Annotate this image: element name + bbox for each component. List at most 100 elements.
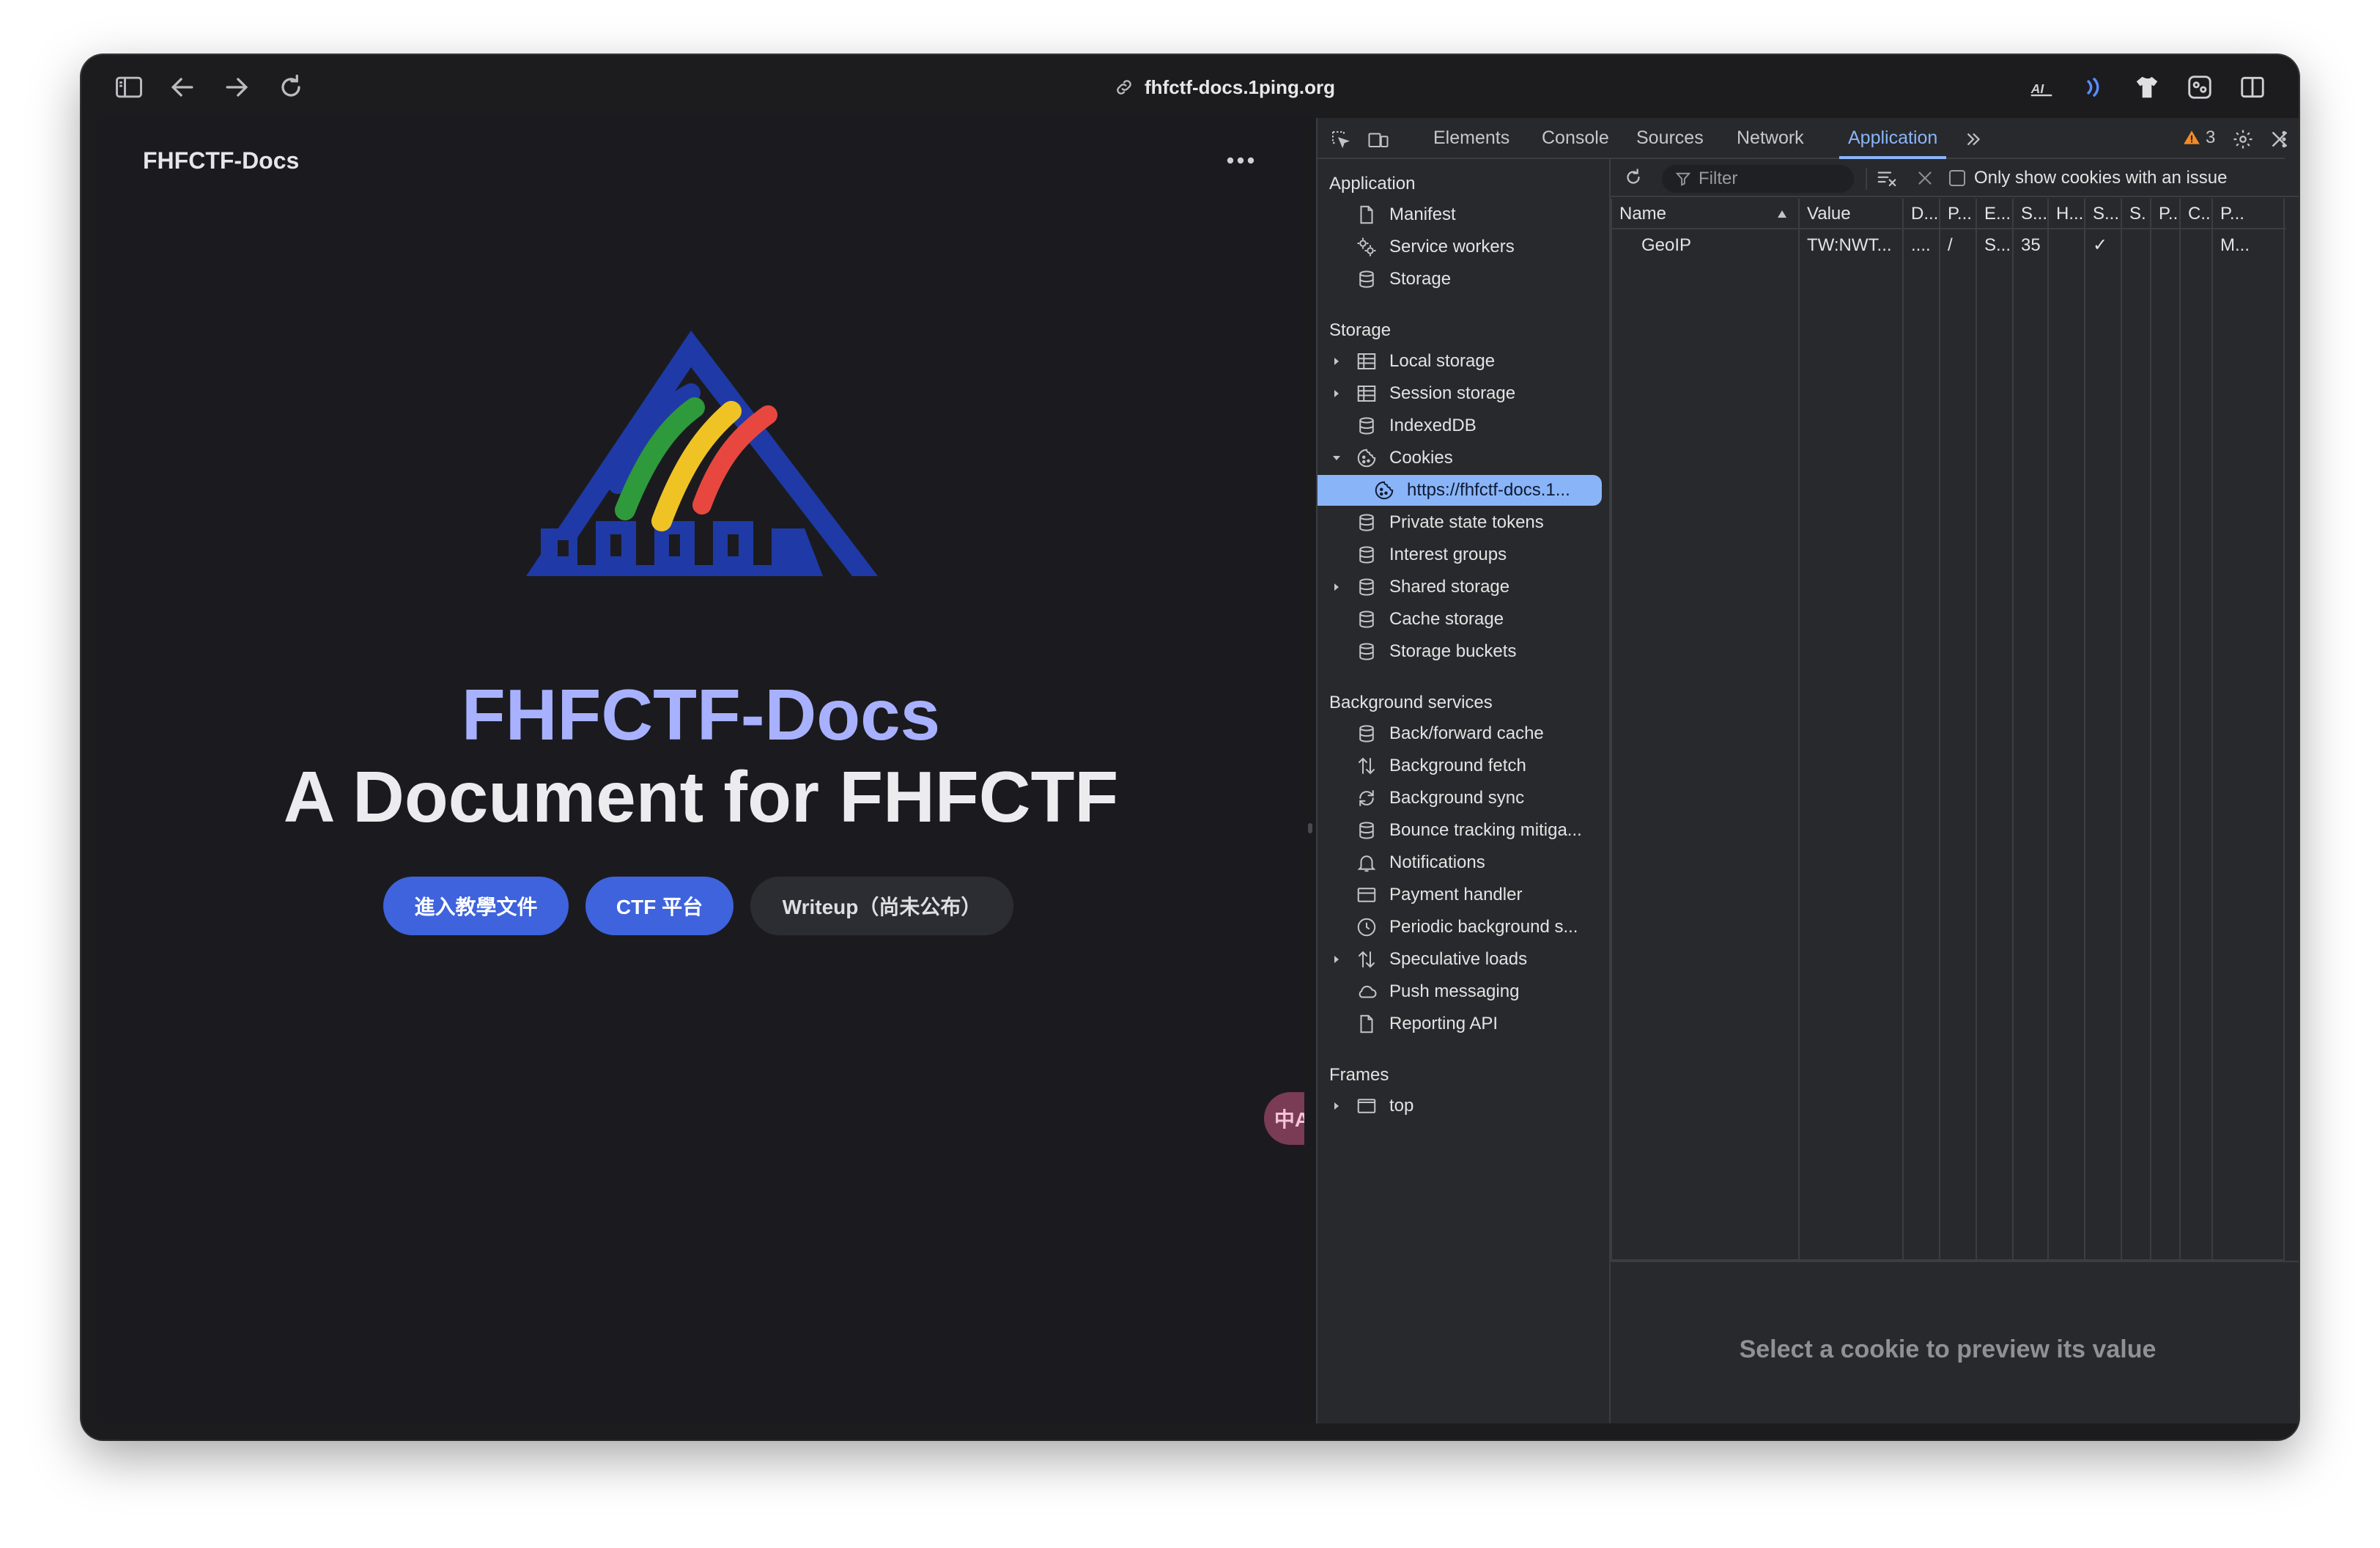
issues-counter[interactable]: 3 (2182, 127, 2215, 149)
tab-console[interactable]: Console (1542, 118, 1609, 158)
collapse-arrow-icon[interactable] (1331, 452, 1342, 464)
expand-arrow-icon[interactable] (1331, 1100, 1342, 1112)
column-header-secure[interactable]: S... (2085, 199, 2121, 229)
document-icon (1356, 1013, 1378, 1035)
up-down-arrows-icon (1356, 755, 1378, 777)
checkbox-box[interactable] (1949, 170, 1965, 186)
column-header-value[interactable]: Value (1800, 199, 1902, 229)
sidebar-item-background-fetch[interactable]: Background fetch (1318, 751, 1608, 781)
clear-filtered-icon[interactable] (1876, 167, 1898, 189)
site-title[interactable]: FHFCTF-Docs (143, 147, 299, 174)
column-divider (2211, 199, 2213, 1261)
table-grid-icon (1356, 383, 1378, 405)
database-icon (1356, 641, 1378, 663)
extension-toggle-icon[interactable] (2186, 73, 2214, 101)
sidebar-item-session-storage[interactable]: Session storage (1318, 378, 1608, 409)
sidebar-item-cache-storage[interactable]: Cache storage (1318, 604, 1608, 635)
database-icon (1356, 415, 1378, 437)
section-storage: Storage (1329, 320, 1392, 340)
split-view-icon[interactable] (2239, 73, 2266, 101)
column-divider (2150, 199, 2151, 1261)
sidebar-item-private-state-tokens[interactable]: Private state tokens (1318, 507, 1608, 538)
warning-icon (2184, 130, 2200, 144)
section-frames: Frames (1329, 1065, 1389, 1085)
cookies-toolbar: Filter Only show cookies with an issue (1611, 159, 2299, 197)
column-header-samesite[interactable]: S. (2122, 199, 2150, 229)
device-toolbar-icon[interactable] (1367, 128, 1389, 150)
expand-arrow-icon[interactable] (1331, 388, 1342, 399)
sidebar-item-local-storage[interactable]: Local storage (1318, 346, 1608, 377)
column-divider (1902, 199, 1904, 1261)
forward-icon[interactable] (221, 71, 253, 103)
expand-arrow-icon[interactable] (1331, 355, 1342, 367)
column-divider (2179, 199, 2181, 1261)
settings-gear-icon[interactable] (2232, 128, 2254, 150)
gears-icon (1356, 236, 1378, 258)
column-divider (1939, 199, 1940, 1261)
ctf-platform-button[interactable]: CTF 平台 (585, 877, 733, 935)
sidebar-item-shared-storage[interactable]: Shared storage (1318, 572, 1608, 602)
sidebar-item-cookie-origin[interactable]: https://fhfctf-docs.1... (1318, 475, 1602, 506)
column-header-expires[interactable]: E... (1977, 199, 2012, 229)
sidebar-item-back-forward-cache[interactable]: Back/forward cache (1318, 718, 1608, 749)
sidebar-item-frame-top[interactable]: top (1318, 1091, 1608, 1121)
column-header-httponly[interactable]: H... (2049, 199, 2084, 229)
devtools-tab-bar: Elements Console Sources Network Applica… (1318, 118, 2286, 159)
sidebar-item-speculative-loads[interactable]: Speculative loads (1318, 944, 1608, 975)
sidebar-item-background-sync[interactable]: Background sync (1318, 783, 1608, 814)
tab-elements[interactable]: Elements (1433, 118, 1509, 158)
sidebar-item-service-workers[interactable]: Service workers (1318, 232, 1608, 262)
column-header-domain[interactable]: D... (1904, 199, 1939, 229)
reload-icon[interactable] (275, 71, 307, 103)
extension-wave-icon[interactable] (2080, 73, 2108, 101)
sidebar-item-storage[interactable]: Storage (1318, 264, 1608, 295)
column-header-size[interactable]: S... (2014, 199, 2047, 229)
address-bar[interactable]: fhfctf-docs.1ping.org (1034, 71, 1415, 103)
sort-ascending-icon[interactable] (1776, 209, 1788, 219)
sidebar-item-interest-groups[interactable]: Interest groups (1318, 539, 1608, 570)
sidebar-item-indexeddb[interactable]: IndexedDB (1318, 410, 1608, 441)
sidebar-toggle-icon[interactable] (113, 71, 145, 103)
filter-input[interactable]: Filter (1662, 165, 1854, 193)
column-header-partition-key[interactable]: P... (2151, 199, 2179, 229)
column-header-cross-site[interactable]: C... (2181, 199, 2211, 229)
devtools-resize-handle[interactable] (1304, 118, 1316, 1423)
warning-count: 3 (2206, 128, 2216, 147)
cookie-secure: ✓ (2093, 235, 2108, 255)
extension-shirt-icon[interactable] (2133, 73, 2161, 101)
more-menu-icon[interactable] (1220, 140, 1261, 181)
sidebar-item-notifications[interactable]: Notifications (1318, 847, 1608, 878)
tab-network[interactable]: Network (1737, 118, 1804, 158)
clear-all-icon[interactable] (1914, 167, 1936, 189)
close-devtools-icon[interactable] (2269, 128, 2291, 150)
inspect-element-icon[interactable] (1329, 128, 1351, 150)
tab-application[interactable]: Application (1838, 118, 1947, 159)
sidebar-item-cookies[interactable]: Cookies (1318, 443, 1608, 473)
back-icon[interactable] (166, 71, 199, 103)
sidebar-item-storage-buckets[interactable]: Storage buckets (1318, 636, 1608, 667)
cookie-expires: S... (1984, 235, 2011, 255)
expand-arrow-icon[interactable] (1331, 954, 1342, 965)
link-icon (1114, 77, 1134, 97)
preview-placeholder: Select a cookie to preview its value (1739, 1335, 2157, 1363)
column-header-name[interactable]: Name (1612, 199, 1798, 229)
column-header-path[interactable]: P... (1940, 199, 1976, 229)
sidebar-item-bounce-tracking[interactable]: Bounce tracking mitiga... (1318, 815, 1608, 846)
writeup-button[interactable]: Writeup（尚未公布） (750, 877, 1013, 935)
extension-ai-icon[interactable]: AI (2028, 73, 2055, 101)
sidebar-item-reporting-api[interactable]: Reporting API (1318, 1009, 1608, 1039)
sidebar-item-periodic-background-sync[interactable]: Periodic background s... (1318, 912, 1608, 943)
cookie-path: / (1948, 235, 1953, 255)
sidebar-item-push-messaging[interactable]: Push messaging (1318, 976, 1608, 1007)
clock-icon (1356, 916, 1378, 938)
cookie-priority: M... (2220, 235, 2250, 255)
sidebar-item-payment-handler[interactable]: Payment handler (1318, 880, 1608, 910)
only-issues-checkbox[interactable]: Only show cookies with an issue (1949, 168, 2228, 188)
tab-sources[interactable]: Sources (1636, 118, 1704, 158)
expand-arrow-icon[interactable] (1331, 581, 1342, 593)
more-tabs-icon[interactable] (1962, 128, 1984, 150)
refresh-icon[interactable] (1622, 166, 1644, 188)
sidebar-item-manifest[interactable]: Manifest (1318, 199, 1608, 230)
enter-docs-button[interactable]: 進入教學文件 (383, 877, 569, 935)
column-header-priority[interactable]: P... (2213, 199, 2286, 229)
